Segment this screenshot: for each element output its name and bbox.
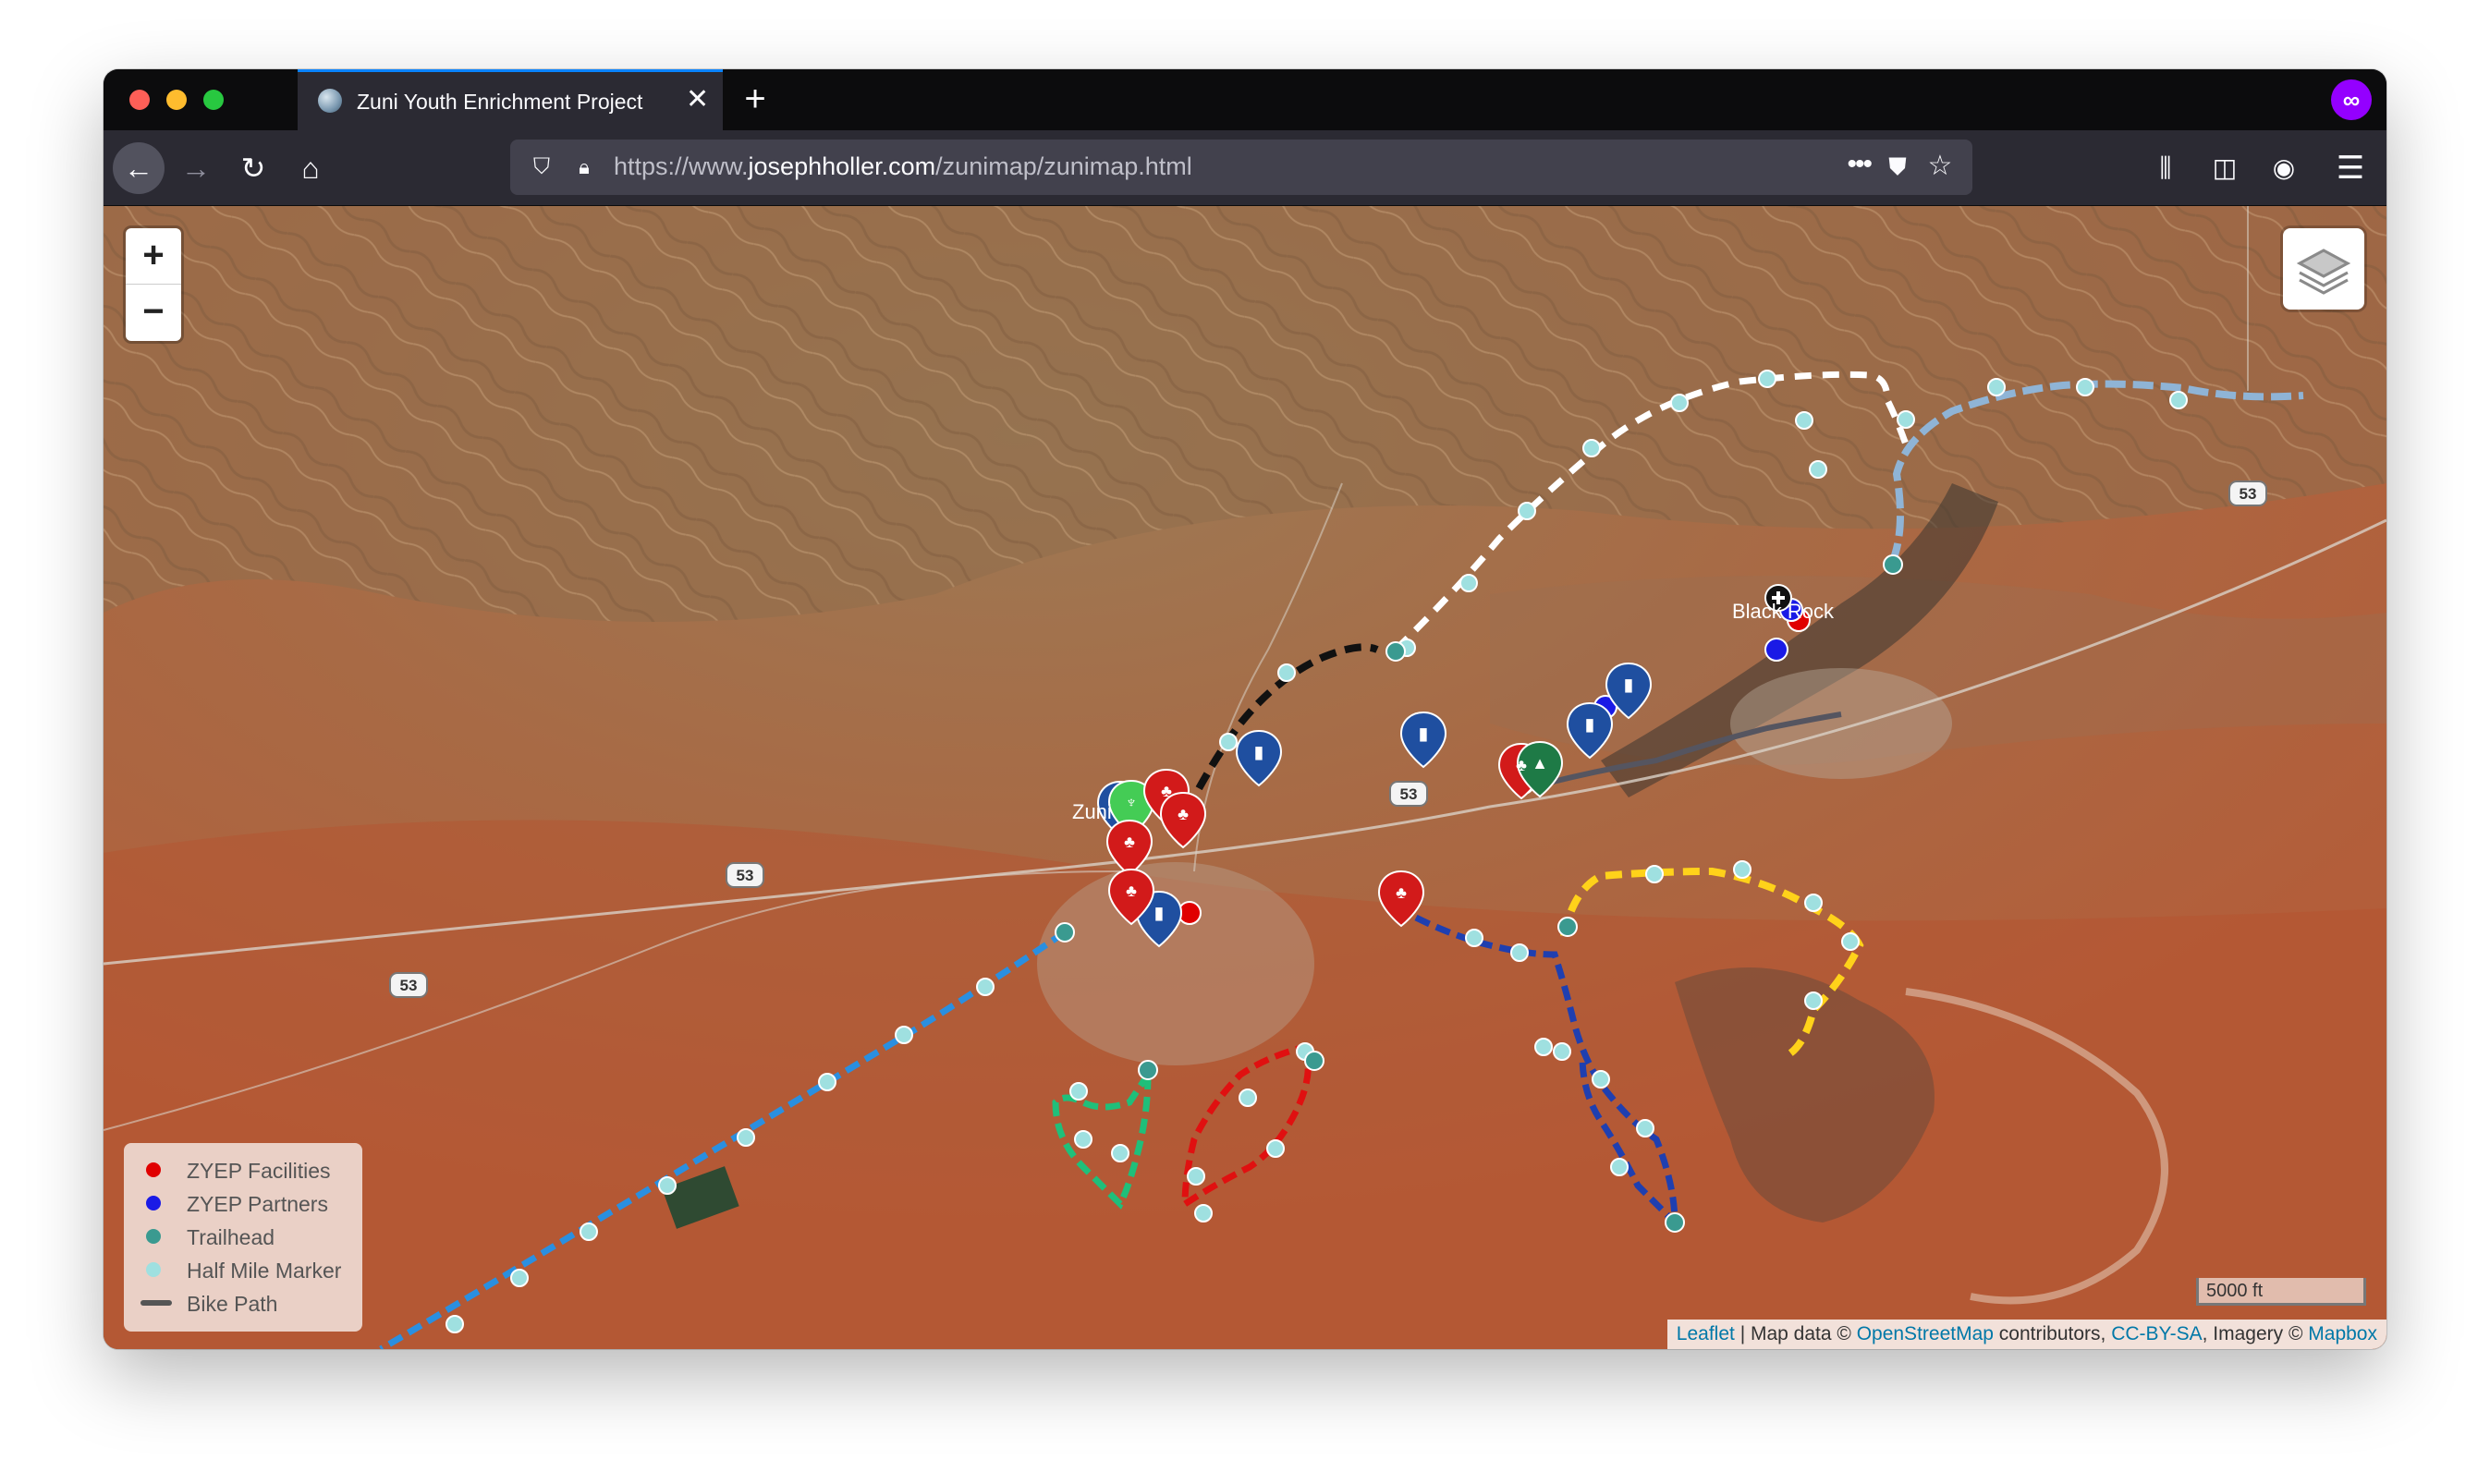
zoom-control: + −	[126, 228, 181, 341]
tracking-shield-icon[interactable]: ⛉	[527, 152, 556, 182]
svg-text:♣: ♣	[1516, 756, 1527, 774]
account-icon[interactable]: ◉	[2263, 147, 2305, 189]
private-mask-icon[interactable]: ∞	[2331, 79, 2372, 120]
legend-swatch	[146, 1262, 161, 1277]
svg-text:▮: ▮	[1154, 904, 1164, 922]
highway-shield-2: 53	[726, 862, 764, 888]
attribution-text: , Imagery ©	[2202, 1323, 2309, 1344]
map-attribution: Leaflet | Map data © OpenStreetMap contr…	[1666, 1320, 2386, 1349]
zoom-out-button[interactable]: −	[126, 285, 181, 340]
legend-swatch	[146, 1162, 161, 1177]
legend-label: ZYEP Facilities	[187, 1159, 331, 1183]
svg-text:▮: ▮	[1254, 743, 1263, 761]
map-scale: 5000 ft	[2196, 1278, 2366, 1306]
license-link[interactable]: CC-BY-SA	[2111, 1323, 2202, 1344]
mapbox-link[interactable]: Mapbox	[2308, 1323, 2377, 1344]
svg-text:♣: ♣	[1124, 833, 1135, 851]
url-text[interactable]: https://www.josephholler.com/zunimap/zun…	[614, 152, 1192, 181]
hamburger-menu-icon[interactable]: ☰	[2329, 147, 2372, 189]
minimize-window-button[interactable]	[166, 90, 187, 110]
svg-text:♣: ♣	[1126, 882, 1137, 900]
legend-swatch	[146, 1196, 161, 1210]
leaflet-link[interactable]: Leaflet	[1677, 1323, 1735, 1344]
tab-strip: Zuni Youth Enrichment Project ✕ + ∞	[104, 69, 2386, 130]
lock-icon[interactable]: 🔒︎	[569, 152, 599, 182]
svg-text:▮: ▮	[1419, 724, 1428, 743]
map-legend: ZYEP Facilities ZYEP Partners Trailhead …	[124, 1143, 362, 1332]
legend-item-bike-path: Bike Path	[140, 1287, 362, 1319]
zoom-in-button[interactable]: +	[126, 228, 181, 285]
legend-label: Trailhead	[187, 1225, 275, 1249]
highway-shield-1: 53	[1389, 781, 1428, 807]
sidebar-icon[interactable]: ◫	[2203, 147, 2246, 189]
svg-text:♣: ♣	[1396, 883, 1407, 902]
layers-control[interactable]	[2283, 228, 2364, 310]
url-host: josephholler.com	[748, 152, 936, 180]
home-button[interactable]: ⌂	[285, 142, 336, 194]
reload-button[interactable]: ↻	[227, 142, 279, 194]
navigation-toolbar: ← → ↻ ⌂ ⛉ 🔒︎ https://www.josephholler.co…	[104, 130, 2386, 206]
svg-text:53: 53	[1400, 785, 1418, 803]
url-bar[interactable]: ⛉ 🔒︎ https://www.josephholler.com/zunima…	[510, 140, 1972, 195]
fullscreen-window-button[interactable]	[203, 90, 224, 110]
svg-text:53: 53	[400, 977, 418, 994]
svg-text:▲: ▲	[1532, 754, 1548, 772]
highway-shield-4: 53	[2228, 480, 2267, 506]
legend-swatch	[140, 1300, 172, 1306]
legend-item-trailhead: Trailhead	[140, 1221, 362, 1252]
back-button[interactable]: ←	[113, 142, 165, 194]
svg-text:53: 53	[737, 867, 754, 884]
svg-text:♣: ♣	[1178, 805, 1189, 823]
legend-label: Half Mile Marker	[187, 1259, 342, 1283]
highway-shield-3: 53	[389, 972, 428, 998]
tab-close-icon[interactable]: ✕	[686, 83, 709, 116]
layers-icon	[2296, 249, 2351, 295]
pocket-icon[interactable]: ⛊	[1882, 151, 1913, 182]
svg-text:53: 53	[2240, 485, 2257, 503]
place-label-zuni: Zuni	[1072, 800, 1112, 823]
attribution-text: | Map data ©	[1734, 1323, 1857, 1344]
legend-swatch	[146, 1229, 161, 1244]
openstreetmap-link[interactable]: OpenStreetMap	[1857, 1323, 1994, 1344]
tab-active[interactable]: Zuni Youth Enrichment Project ✕	[298, 69, 723, 130]
bookmark-star-icon[interactable]: ☆	[1924, 151, 1956, 182]
page-actions-more-icon[interactable]: •••	[1847, 149, 1872, 180]
globe-icon	[318, 89, 342, 113]
browser-window: Zuni Youth Enrichment Project ✕ + ∞ ← → …	[104, 69, 2386, 1349]
svg-text:♆: ♆	[1125, 793, 1138, 811]
place-label-black-rock: Black Rock	[1732, 600, 1835, 623]
close-window-button[interactable]	[129, 90, 150, 110]
attribution-text: contributors,	[1993, 1323, 2112, 1344]
legend-item-partners: ZYEP Partners	[140, 1187, 362, 1219]
svg-text:▮: ▮	[1624, 675, 1633, 694]
new-tab-button[interactable]: +	[732, 77, 778, 123]
forward-button[interactable]: →	[170, 142, 222, 194]
tab-title: Zuni Youth Enrichment Project	[357, 90, 643, 114]
library-icon[interactable]: ⫼	[2144, 147, 2187, 189]
legend-item-half-mile-marker: Half Mile Marker	[140, 1254, 362, 1285]
legend-label: Bike Path	[187, 1292, 278, 1316]
legend-label: ZYEP Partners	[187, 1192, 328, 1216]
legend-item-facilities: ZYEP Facilities	[140, 1154, 362, 1186]
svg-text:♣: ♣	[1161, 782, 1172, 800]
leaflet-map[interactable]: ▮ ▮ ▮ ▮ ▮ ♣ ♣ ♣ ♣ ♣ ♣ ▲ ♆ Zuni Black Rock 53 53 5	[104, 206, 2386, 1349]
url-path: /zunimap/zunimap.html	[935, 152, 1192, 180]
svg-text:▮: ▮	[1585, 715, 1594, 734]
url-prefix: https://www.	[614, 152, 749, 180]
map-canvas[interactable]: ▮▮▮▮ ▮♣♣♣ ♣ ♣♣ ▲ ♆ Zuni Black Rock 53 53 5	[104, 206, 2386, 1349]
